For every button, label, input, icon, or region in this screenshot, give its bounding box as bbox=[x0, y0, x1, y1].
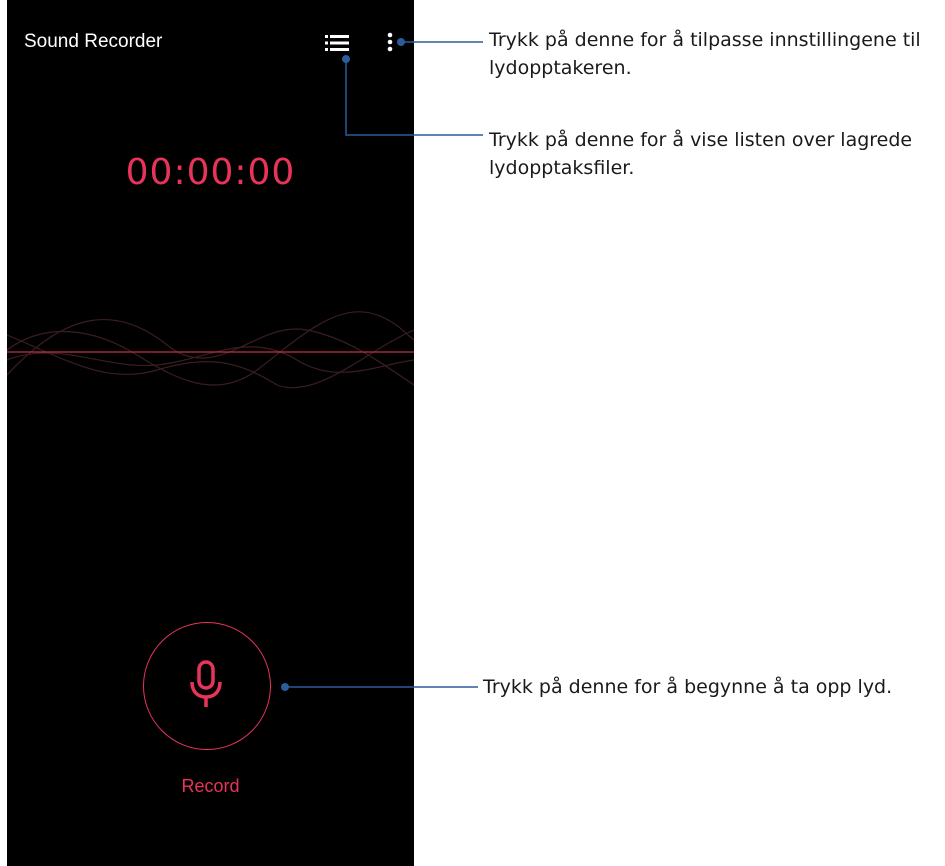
callout-dot-settings bbox=[397, 38, 405, 46]
callout-dot-record bbox=[281, 683, 289, 691]
callout-dot-list bbox=[342, 55, 350, 63]
callout-record-text: Trykk på denne for å begynne å ta opp ly… bbox=[483, 676, 893, 698]
callout-settings-text: Trykk på denne for å tilpasse innstillin… bbox=[489, 29, 921, 79]
callout-line-list bbox=[345, 59, 483, 136]
callout-list-text: Trykk på denne for å vise listen over la… bbox=[489, 129, 913, 179]
